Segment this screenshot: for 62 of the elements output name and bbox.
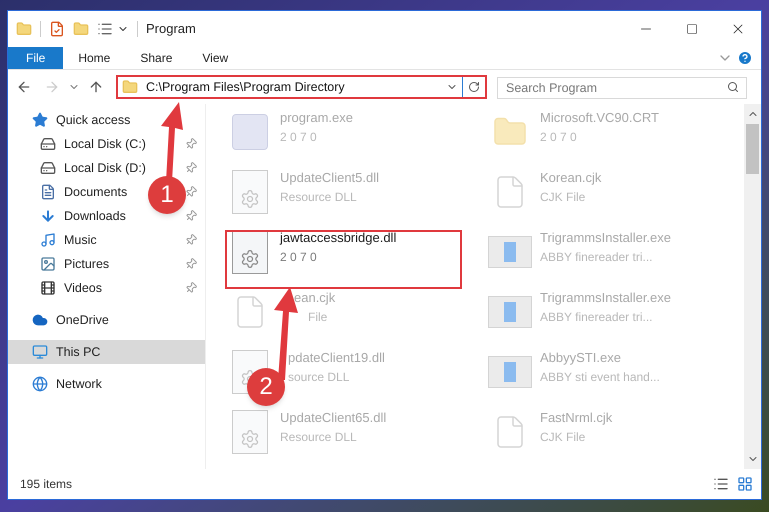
- film-icon: [40, 280, 56, 296]
- drive-icon: [40, 160, 56, 176]
- monitor-icon: [32, 344, 48, 360]
- properties-icon[interactable]: [49, 21, 65, 37]
- network-icon: [32, 376, 48, 392]
- file-type: 2 0 7 0: [540, 128, 578, 146]
- search-field[interactable]: Search Program: [497, 77, 747, 99]
- file-type: Resource DLL: [280, 428, 358, 446]
- file-name[interactable]: jawtaccessbridge.dll: [280, 228, 396, 248]
- gear-file-icon: [232, 170, 268, 214]
- folder-icon: [122, 79, 138, 95]
- refresh-icon[interactable]: [468, 81, 480, 93]
- sidebar-item[interactable]: Quick access: [32, 110, 130, 130]
- scrollbar-thumb[interactable]: [746, 124, 759, 174]
- sidebar-item[interactable]: This PC: [32, 342, 100, 362]
- ribbon-tab[interactable]: View: [187, 47, 244, 69]
- ribbon-tab[interactable]: Share: [125, 47, 188, 69]
- file-type: CJK File: [540, 428, 586, 446]
- sidebar-item[interactable]: Music: [40, 230, 97, 250]
- ribbon-tab[interactable]: File: [8, 47, 64, 69]
- sidebar-item[interactable]: Local Disk (D:): [40, 158, 146, 178]
- file-type: CJK File: [540, 188, 586, 206]
- file-type: File: [307, 308, 328, 326]
- ribbon-tab[interactable]: Home: [63, 47, 126, 69]
- picture-icon: [40, 256, 56, 272]
- up-icon[interactable]: [88, 79, 104, 95]
- item-count: 195 items: [20, 476, 72, 493]
- music-note-icon: [40, 232, 56, 248]
- file-type: 2 0 7 0: [280, 248, 318, 266]
- drive-icon: [40, 136, 56, 152]
- file-type: Resource DLL: [280, 188, 358, 206]
- gear-file-icon: [232, 230, 268, 274]
- maximize-icon[interactable]: [686, 23, 698, 35]
- sidebar-item[interactable]: Downloads: [40, 206, 126, 226]
- scrollbar[interactable]: [744, 104, 761, 469]
- view-list-icon[interactable]: [97, 21, 113, 37]
- sidebar-item[interactable]: Network: [32, 374, 102, 394]
- application-icon: [232, 114, 268, 150]
- sidebar-item[interactable]: OneDrive: [32, 310, 109, 330]
- file-type: ABBY sti event hand...: [540, 368, 660, 386]
- sidebar-item[interactable]: Videos: [40, 278, 102, 298]
- cloud-icon: [32, 312, 48, 328]
- gear-file-icon: [232, 410, 268, 454]
- back-icon[interactable]: [16, 79, 32, 95]
- file-type: 2 0 7 0: [280, 128, 318, 146]
- large-icons-view-icon[interactable]: [737, 476, 753, 492]
- file-type: ABBY finereader tri...: [540, 308, 654, 326]
- document-icon: [40, 184, 56, 200]
- window-title: Program: [146, 20, 196, 38]
- details-view-icon[interactable]: [713, 476, 729, 492]
- sidebar-item[interactable]: Documents: [40, 182, 128, 202]
- window-icon: [488, 236, 532, 268]
- star-icon: [32, 112, 48, 128]
- sidebar-item[interactable]: Local Disk (C:): [40, 134, 146, 154]
- address-bar[interactable]: C:\Program Files\Program Directory: [116, 75, 487, 99]
- sidebar-item[interactable]: Pictures: [40, 254, 110, 274]
- window-icon: [488, 356, 532, 388]
- file-type: ABBY finereader tri...: [540, 248, 654, 266]
- help-icon[interactable]: [737, 50, 753, 66]
- file-type: source DLL: [288, 368, 350, 386]
- window-icon: [488, 296, 532, 328]
- search-icon[interactable]: [727, 81, 739, 93]
